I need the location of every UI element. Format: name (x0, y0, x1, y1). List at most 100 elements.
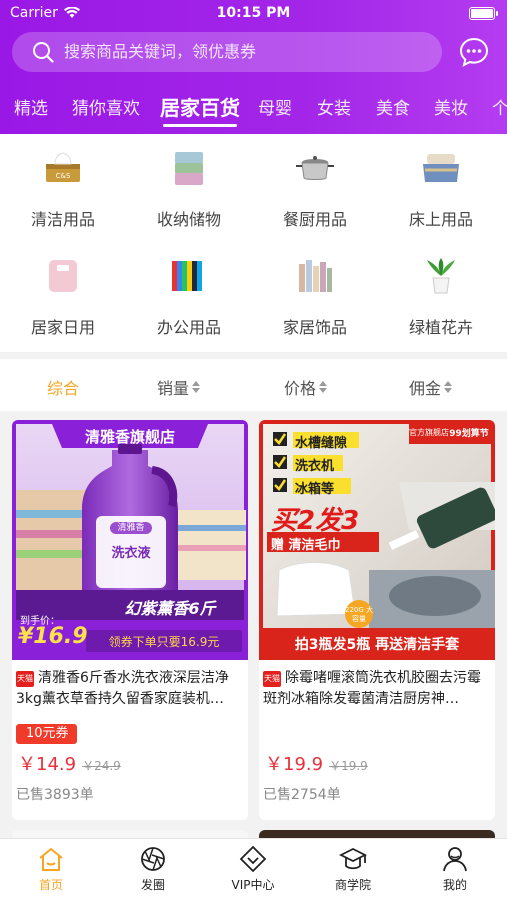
folders-icon (172, 261, 202, 291)
price-row: ￥14.9 ￥24.9 (18, 750, 121, 776)
tab-label: 首页 (38, 878, 63, 892)
category-label: 床上用品 (408, 210, 473, 229)
tab-home[interactable]: 首页 (11, 845, 91, 893)
category-label: 居家日用 (30, 318, 95, 337)
current-price: ￥14.9 (18, 754, 77, 775)
category-item[interactable]: 家居饰品 (252, 242, 378, 342)
bedding-icon (423, 154, 459, 182)
sort-label: 佣金 (409, 379, 442, 398)
price-row: ￥19.9 ￥19.9 (265, 750, 368, 776)
product-title-text: 清雅香6斤香水洗衣液深层洁净3kg薰衣草香持久留香家庭装机… (16, 670, 229, 707)
sort-price[interactable]: 价格 (284, 375, 328, 399)
check-item: 冰箱等 (295, 482, 335, 497)
original-price: ￥24.9 (82, 759, 121, 773)
sort-commission[interactable]: 佣金 (409, 375, 453, 399)
tab-moments[interactable]: 发圈 (113, 845, 193, 893)
promo-sub: 领券下单只要16.9元 (108, 635, 220, 649)
category-label: 办公用品 (156, 318, 221, 337)
category-item[interactable]: 绿植花卉 (378, 242, 504, 342)
product-title-text: 除霉啫喱滚筒洗衣机胶圈去污霉斑剂冰箱除发霉菌清洁厨房神… (263, 670, 481, 707)
sort-bar: 综合 销量 价格 佣金 (0, 359, 507, 411)
coupon-badge: 10元券 (16, 724, 77, 744)
search-icon (33, 42, 54, 63)
message-icon[interactable] (458, 36, 490, 68)
status-time: 10:15 PM (216, 5, 291, 21)
tab-academy[interactable]: 商学院 (313, 845, 393, 893)
original-price: ￥19.9 (329, 759, 368, 773)
storage-box-icon (175, 152, 203, 185)
tab-label: 发圈 (140, 878, 165, 892)
category-item[interactable]: C&S 清洁用品 (0, 134, 126, 234)
svg-text:C&S: C&S (56, 172, 71, 180)
sale-festival-badge: 99划算节 (449, 429, 489, 439)
sort-arrows-icon (444, 381, 453, 393)
status-bar: Carrier 10:15 PM (0, 0, 507, 28)
tab-baby[interactable]: 母婴 (258, 94, 292, 119)
tissue-box-icon: C&S (46, 152, 80, 182)
category-item[interactable]: 居家日用 (0, 242, 126, 342)
bottom-promo-strip: 拍3瓶发5瓶 再送清洁手套 (294, 637, 460, 653)
battery-icon (469, 7, 498, 20)
tab-profile[interactable]: 我的 (415, 845, 495, 893)
category-item[interactable]: 床上用品 (378, 134, 504, 234)
category-grid: C&S 清洁用品 收纳储物 餐厨用品 床上用品 居家日用 办公用品 家居饰品 绿… (0, 134, 507, 352)
sort-label: 综合 (47, 379, 80, 398)
product-title: 天猫 清雅香6斤香水洗衣液深层洁净3kg薰衣草香持久留香家庭装机… (16, 668, 244, 710)
sort-label: 销量 (157, 379, 190, 398)
tab-more[interactable]: 个 (492, 94, 507, 119)
product-card[interactable]: 官方旗舰店 99划算节 水槽缝隙 洗衣机 冰箱等 买2发3 赠 清洁毛巾 220… (259, 420, 495, 820)
category-label: 绿植花卉 (408, 318, 473, 337)
sold-count: 已售2754单 (263, 787, 341, 803)
category-label: 家居饰品 (282, 318, 347, 337)
vip-diamond-icon (239, 845, 267, 873)
sort-arrows-icon (192, 381, 201, 393)
tab-label: 商学院 (334, 878, 371, 892)
cooking-pot-icon (296, 156, 334, 180)
tab-vip[interactable]: VIP中心 (213, 845, 293, 893)
aperture-icon (141, 847, 165, 871)
check-item: 洗衣机 (295, 459, 335, 474)
product-title: 天猫 除霉啫喱滚筒洗衣机胶圈去污霉斑剂冰箱除发霉菌清洁厨房神… (263, 668, 491, 710)
tab-label: 我的 (442, 878, 467, 892)
product-image: 官方旗舰店 99划算节 水槽缝隙 洗衣机 冰箱等 买2发3 赠 清洁毛巾 220… (259, 420, 495, 660)
tab-beauty[interactable]: 美妆 (434, 94, 468, 119)
sort-comprehensive[interactable]: 综合 (47, 375, 79, 399)
scale-icon (49, 260, 77, 292)
user-icon (443, 847, 467, 872)
bottle-label: 洗衣液 (111, 546, 151, 561)
tab-guess-you-like[interactable]: 猜你喜欢 (72, 94, 140, 119)
app-header: Carrier 10:15 PM 精选 猜你喜欢 居家百货 母婴 女装 美食 美… (0, 0, 507, 134)
brand-badge: 清雅香 (117, 523, 145, 533)
sold-count: 已售3893单 (16, 787, 94, 803)
search-bar[interactable] (12, 32, 442, 72)
tab-home-goods[interactable]: 居家百货 (160, 92, 240, 121)
category-item[interactable]: 收纳储物 (126, 134, 252, 234)
sort-arrows-icon (319, 381, 328, 393)
sort-label: 价格 (284, 379, 317, 398)
tab-women[interactable]: 女装 (317, 94, 351, 119)
hand-price: ¥16.9 (18, 624, 88, 649)
tab-jingxuan[interactable]: 精选 (14, 94, 48, 119)
active-tab-indicator (163, 124, 237, 127)
current-price: ￥19.9 (265, 754, 324, 775)
category-label: 收纳储物 (156, 210, 221, 229)
product-card[interactable]: 清雅香旗舰店 清雅香 洗衣液 幻紫薰香6斤 到手价： ¥16.9 领券下单只要1… (12, 420, 248, 820)
buy-promo: 买2发3 (271, 506, 360, 536)
category-item[interactable]: 餐厨用品 (252, 134, 378, 234)
product-image: 清雅香旗舰店 清雅香 洗衣液 幻紫薰香6斤 到手价： ¥16.9 领券下单只要1… (12, 420, 248, 660)
sort-sales[interactable]: 销量 (157, 375, 201, 399)
tab-label: VIP中心 (231, 878, 275, 892)
search-input[interactable] (64, 32, 434, 72)
category-item[interactable]: 办公用品 (126, 242, 252, 342)
category-label: 餐厨用品 (282, 210, 347, 229)
graduation-cap-icon (339, 847, 367, 870)
bottom-tab-bar: 首页 发圈 VIP中心 商学院 我的 (0, 838, 507, 900)
category-tabs: 精选 猜你喜欢 居家百货 母婴 女装 美食 美妆 个 (0, 86, 507, 130)
wallpaper-rolls-icon (299, 260, 332, 292)
volume-tag: 220G 大容量 (345, 606, 374, 623)
promo-strip: 幻紫薰香6斤 (124, 599, 216, 618)
category-label: 清洁用品 (30, 210, 95, 229)
gift-label: 赠 清洁毛巾 (271, 538, 341, 553)
potted-plant-icon (427, 258, 455, 294)
tab-food[interactable]: 美食 (376, 94, 410, 119)
